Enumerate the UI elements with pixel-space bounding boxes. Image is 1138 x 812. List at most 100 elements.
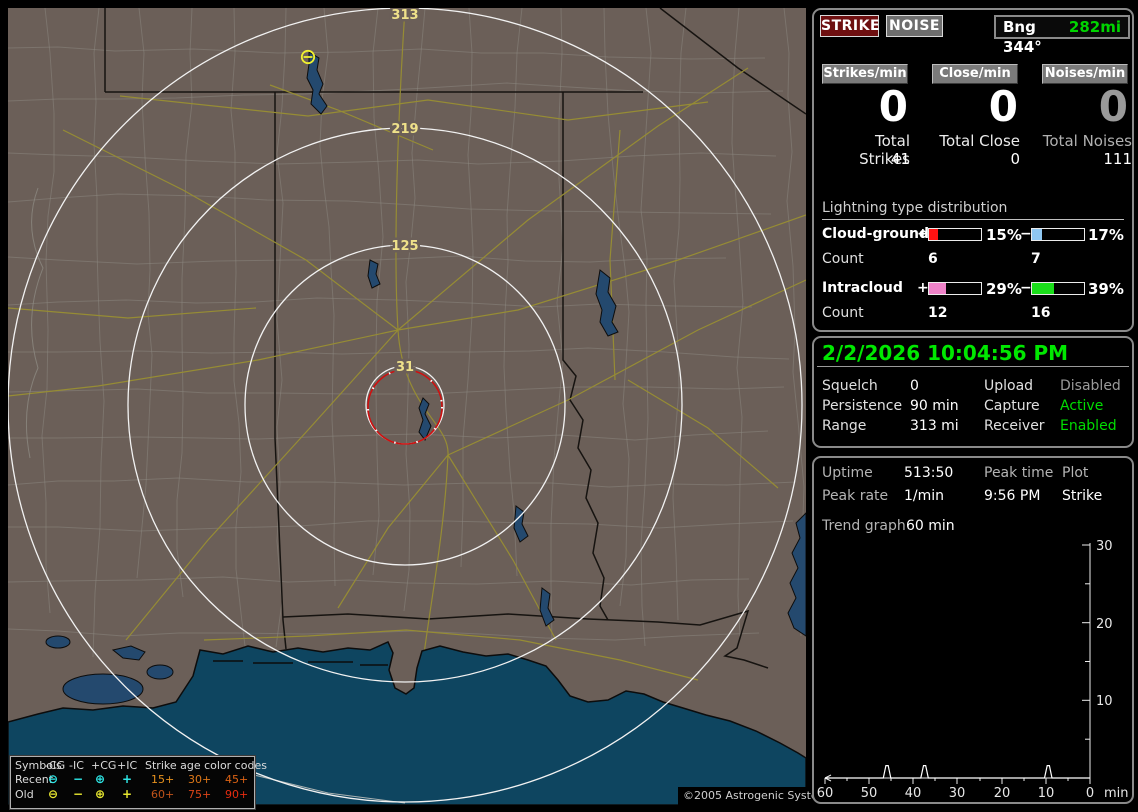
bar-fill [1032, 229, 1042, 240]
plot-label: Plot [1062, 465, 1089, 481]
age-code-75: 75+ [188, 788, 212, 801]
capture-label: Capture [984, 398, 1040, 414]
datetime-display: 2/2/2026 10:04:56 PM [822, 341, 1069, 365]
bearing-value: Bng 344° [1003, 18, 1042, 56]
divider [817, 366, 1129, 367]
svg-text:50: 50 [861, 786, 878, 801]
minus-icon: − [73, 772, 84, 786]
count-label: Count [822, 251, 864, 267]
ring-label-31: 31 [396, 360, 414, 375]
trend-axes [824, 543, 1091, 784]
squelch-value: 0 [910, 378, 919, 394]
receiver-value: Enabled [1060, 418, 1117, 434]
status-panel: 2/2/2026 10:04:56 PM Squelch 0 Persisten… [812, 336, 1134, 448]
plus-sign: + [917, 280, 929, 296]
age-code-30: 30+ [188, 773, 212, 786]
trend-window-value: 60 min [906, 518, 955, 534]
strike-rate-series [825, 765, 1090, 779]
trend-graph: 30 20 10 60 50 40 30 20 10 0 min [817, 539, 1129, 801]
plus-icon: + [122, 772, 133, 786]
legend-pos-cg-header: +CG [91, 759, 117, 772]
svg-text:60: 60 [817, 786, 834, 801]
lightning-map[interactable]: 313 219 125 31 [8, 8, 806, 805]
upload-label: Upload [984, 378, 1034, 394]
persistence-label: Persistence [822, 398, 903, 414]
total-close-value: 0 [1010, 150, 1020, 168]
bar-fill [929, 283, 946, 294]
strikes-per-min-header: Strikes/min [822, 64, 908, 84]
capture-value: Active [1060, 398, 1104, 414]
range-value: 313 mi [910, 418, 959, 434]
range-label: Range [822, 418, 867, 434]
trend-panel: Uptime 513:50 Peak time Plot Peak rate 1… [812, 456, 1134, 804]
svg-text:0: 0 [1086, 786, 1094, 801]
age-code-90: 90+ [225, 788, 249, 801]
cloud-ground-neg-percent: 17% [1088, 226, 1124, 244]
legend-neg-ic-header: -IC [69, 759, 84, 772]
svg-text:30: 30 [949, 786, 966, 801]
intracloud-pos-count: 12 [928, 305, 948, 321]
ring-label-219: 219 [391, 122, 418, 137]
distribution-title: Lightning type distribution [822, 200, 1124, 220]
close-per-min-value: 0 [988, 82, 1018, 131]
bearing-readout: Bng 344° 282mi [994, 15, 1130, 56]
bar-fill [929, 229, 938, 240]
ring-label-313: 313 [391, 8, 418, 23]
total-noises-label: Total Noises [1042, 132, 1132, 150]
legend-old-label: Old [15, 788, 34, 801]
noise-toggle-button[interactable]: NOISE [886, 15, 943, 37]
total-strikes-value: 41 [890, 150, 910, 168]
peak-time-value: 9:56 PM [984, 488, 1041, 504]
minus-sign: − [1020, 226, 1032, 242]
cloud-ground-neg-count: 7 [1031, 251, 1041, 267]
peak-rate-value: 1/min [904, 488, 945, 504]
svg-text:40: 40 [905, 786, 922, 801]
total-close-label: Total Close [939, 132, 1020, 150]
age-code-45: 45+ [225, 773, 249, 786]
intracloud-pos-percent: 29% [986, 280, 1022, 298]
trend-axis-labels: 30 20 10 60 50 40 30 20 10 0 min [817, 539, 1129, 801]
upload-value: Disabled [1060, 378, 1121, 394]
intracloud-neg-bar [1031, 282, 1085, 295]
symbols-legend: Symbols -CG -IC +CG +IC Strike age color… [9, 755, 267, 810]
plus-sign: + [917, 226, 929, 242]
plot-value: Strike [1062, 488, 1103, 504]
age-code-15: 15+ [151, 773, 175, 786]
peak-rate-label: Peak rate [822, 488, 889, 504]
trend-graph-label: Trend graph [822, 518, 906, 534]
plus-icon: + [122, 787, 133, 801]
cloud-ground-neg-bar [1031, 228, 1085, 241]
circle-plus-icon: ⊕ [95, 772, 106, 786]
intracloud-neg-count: 16 [1031, 305, 1051, 321]
strikes-per-min-value: 0 [878, 82, 908, 131]
intracloud-label: Intracloud [822, 280, 903, 296]
bearing-distance: 282mi [1068, 18, 1121, 36]
strike-toggle-button[interactable]: STRIKE [820, 15, 880, 37]
peak-time-label: Peak time [984, 465, 1054, 481]
minus-icon: − [73, 787, 84, 801]
x-axis-unit: min [1104, 786, 1129, 801]
uptime-value: 513:50 [904, 465, 954, 481]
noises-per-min-header: Noises/min [1042, 64, 1128, 84]
cloud-ground-pos-bar [928, 228, 982, 241]
circle-plus-icon: ⊕ [95, 787, 106, 801]
legend-neg-cg-header: -CG [45, 759, 66, 772]
svg-text:30: 30 [1096, 539, 1113, 554]
circle-minus-icon: ⊖ [48, 772, 59, 786]
close-per-min-header: Close/min [932, 64, 1018, 84]
minus-sign: − [1020, 280, 1032, 296]
age-code-60: 60+ [151, 788, 175, 801]
svg-text:20: 20 [1096, 617, 1113, 632]
svg-text:10: 10 [1096, 694, 1113, 709]
count-label: Count [822, 305, 864, 321]
circle-minus-icon: ⊖ [48, 787, 59, 801]
cloud-ground-pos-percent: 15% [986, 226, 1022, 244]
cloud-ground-pos-count: 6 [928, 251, 938, 267]
counters-panel: STRIKE NOISE Bng 344° 282mi Strikes/min … [812, 8, 1134, 332]
squelch-label: Squelch [822, 378, 878, 394]
ring-label-125: 125 [391, 239, 418, 254]
noises-per-min-value: 0 [1098, 82, 1128, 131]
svg-text:20: 20 [994, 786, 1011, 801]
receiver-label: Receiver [984, 418, 1045, 434]
uptime-label: Uptime [822, 465, 873, 481]
